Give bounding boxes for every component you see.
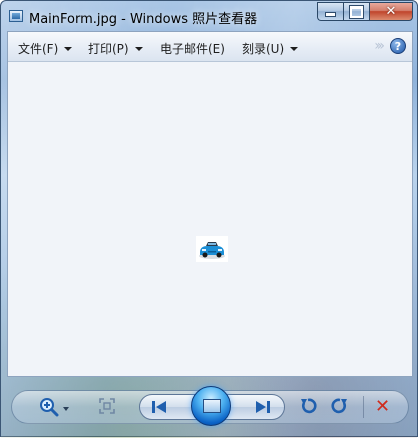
client-area: 文件(F) 打印(P) 电子邮件(E) 刻录(U) ››› ? [7,31,413,377]
zoom-dropdown-caret-icon[interactable] [63,407,69,411]
actual-size-icon [99,398,115,414]
slideshow-button[interactable] [191,386,231,426]
previous-button[interactable] [147,399,171,415]
delete-icon: ✕ [375,396,391,417]
zoom-button[interactable] [39,397,59,417]
dropdown-caret-icon [290,46,299,51]
rotate-right-button[interactable] [331,397,349,415]
menu-print-label: 打印(P) [88,42,129,56]
minimize-icon [325,12,336,17]
window-title: MainForm.jpg - Windows 照片查看器 [29,12,258,27]
toolbar-separator [363,396,364,418]
dropdown-caret-icon [64,46,73,51]
next-button[interactable] [251,399,275,415]
photo-viewer-app-icon[interactable] [9,10,23,22]
menu-burn-label: 刻录(U) [242,42,285,56]
help-icon[interactable]: ? [390,38,406,54]
delete-button[interactable]: ✕ [375,398,390,416]
chevron-double-right-icon[interactable]: ››› [374,38,385,54]
menu-print[interactable]: 打印(P) [88,40,143,57]
window-frame: MainForm.jpg - Windows 照片查看器 ✕ 文件(F) 打印(… [0,0,418,438]
rotate-left-button[interactable] [299,397,317,415]
maximize-icon [349,4,364,19]
menu-email-label: 电子邮件(E) [160,42,225,56]
image-viewport[interactable] [8,62,412,376]
zoom-icon [40,398,59,417]
close-icon: ✕ [385,4,397,19]
rotate-left-icon [301,398,317,414]
actual-size-button[interactable] [99,398,115,414]
dropdown-caret-icon [134,46,143,51]
maximize-button[interactable] [343,2,369,21]
title-bar[interactable]: MainForm.jpg - Windows 照片查看器 ✕ [1,1,418,31]
command-bar: 文件(F) 打印(P) 电子邮件(E) 刻录(U) ››› ? [8,32,412,62]
rotate-right-icon [331,398,347,414]
slideshow-icon [203,399,221,413]
menu-burn[interactable]: 刻录(U) [242,40,299,57]
next-icon [256,401,270,413]
caption-buttons: ✕ [317,2,413,22]
previous-icon [152,401,166,413]
menu-file[interactable]: 文件(F) [18,40,73,57]
menu-file-label: 文件(F) [18,42,59,56]
bottom-toolbar: ✕ [7,386,413,430]
blue-car-thumbnail [196,236,228,262]
help-glyph: ? [394,39,402,53]
close-button[interactable]: ✕ [369,2,413,21]
minimize-button[interactable] [317,2,343,21]
menu-email[interactable]: 电子邮件(E) [160,40,225,57]
